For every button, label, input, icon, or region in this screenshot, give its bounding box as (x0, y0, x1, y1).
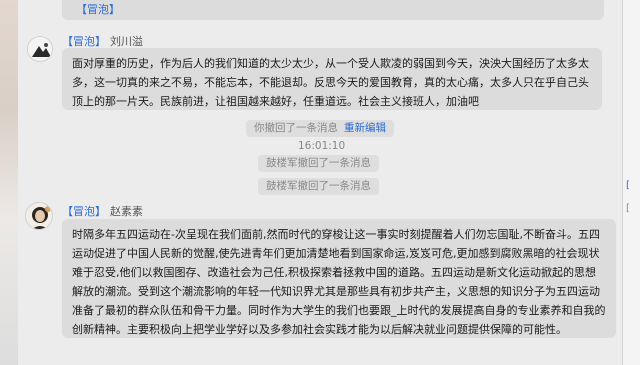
left-sidebar-strip (0, 0, 19, 365)
previous-message-bubble: 【冒泡】 (62, 0, 604, 20)
recall-text: 你撤回了一条消息 (254, 122, 338, 134)
sender-line: 【冒泡】 刘川溢 (62, 33, 143, 49)
reedit-link[interactable]: 重新编辑 (344, 122, 386, 134)
message-bubble[interactable]: 时隔多年五四运动在-次呈现在我们面前,然而时代的穿梭让这一事实时刻提醒着人们勿忘… (62, 219, 616, 338)
bracket-mark: [ (626, 180, 630, 191)
message-text: 面对厚重的历史，作为后人的我们知道的太少太少，从一个受人欺凌的弱国到今天，泱泱大… (72, 57, 589, 108)
sender-name[interactable]: 赵素素 (110, 205, 143, 218)
right-panel-edge: [ [ (622, 0, 640, 365)
avatar[interactable] (25, 202, 53, 230)
recall-notice: 鼓楼军撤回了一条消息 (258, 178, 379, 195)
message-bubble[interactable]: 面对厚重的历史，作为后人的我们知道的太少太少，从一个受人欺凌的弱国到今天，泱泱大… (62, 48, 602, 110)
recall-text: 鼓楼军撤回了一条消息 (266, 180, 371, 192)
recall-notice: 鼓楼军撤回了一条消息 (258, 155, 379, 172)
sender-line: 【冒泡】 赵素素 (62, 203, 143, 219)
chat-area: 【冒泡】 【冒泡】 刘川溢 面对厚重的历史，作为后人的我们知道的太少太少，从一个受… (18, 0, 633, 365)
timestamp: 16:01:10 (298, 140, 346, 152)
message-text: 时隔多年五四运动在-次呈现在我们面前,然而时代的穿梭让这一事实时刻提醒着人们勿忘… (72, 228, 606, 336)
avatar[interactable] (27, 36, 53, 62)
message-tag: 【冒泡】 (62, 35, 106, 48)
recall-notice: 你撤回了一条消息 重新编辑 (246, 120, 394, 137)
message-tag: 【冒泡】 (62, 205, 106, 218)
avatar-image-icon (26, 203, 52, 229)
bracket-mark: [ (626, 203, 630, 214)
recall-text: 鼓楼军撤回了一条消息 (266, 157, 371, 169)
message-tag: 【冒泡】 (76, 3, 120, 16)
avatar-image-icon (28, 37, 52, 61)
sender-name[interactable]: 刘川溢 (110, 35, 143, 48)
